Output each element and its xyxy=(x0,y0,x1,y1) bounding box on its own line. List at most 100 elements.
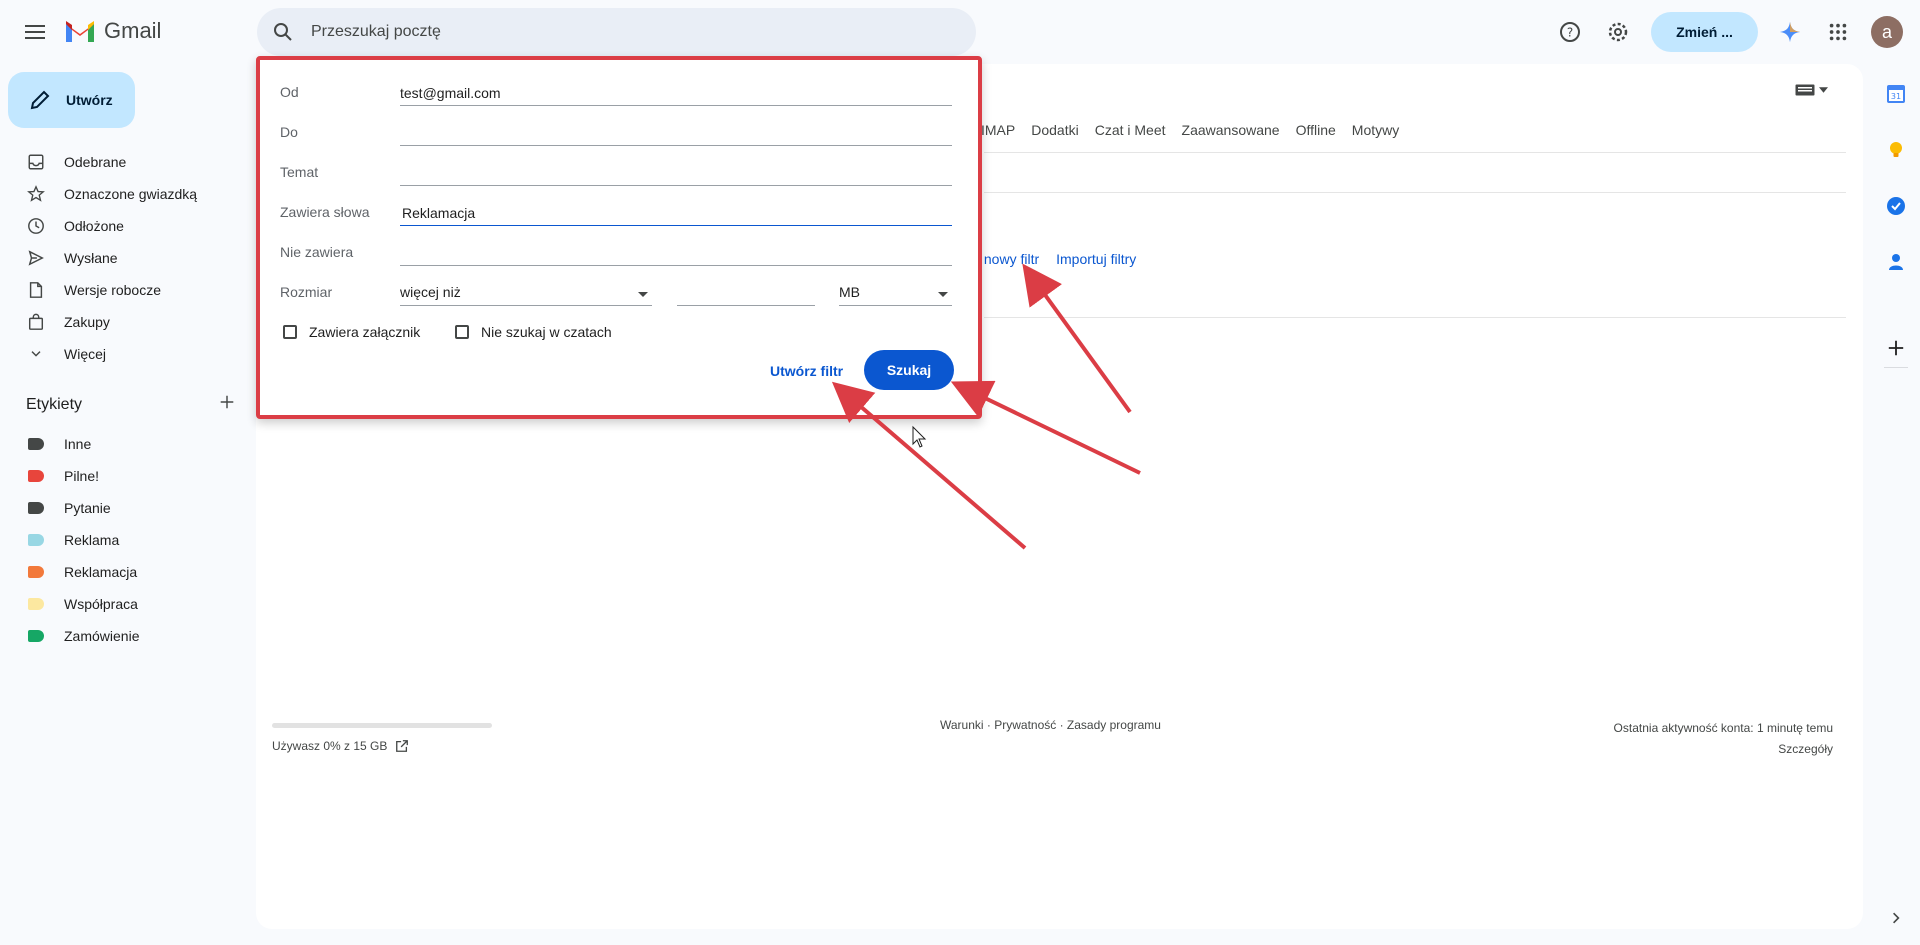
checkbox-row: Zawiera załącznik Nie szukaj w czatach xyxy=(280,324,980,346)
label-tag-icon xyxy=(28,438,44,450)
label-item[interactable]: Inne xyxy=(0,428,256,460)
label-name: Zamówienie xyxy=(64,628,140,644)
from-value: test@gmail.com xyxy=(400,85,501,101)
inbox-icon xyxy=(26,152,46,172)
storage-info: Używasz 0% z 15 GB xyxy=(272,739,409,753)
chevron-right-icon[interactable] xyxy=(1884,906,1908,930)
sidebar-item-label: Wersje robocze xyxy=(64,282,162,298)
label-tag-icon xyxy=(28,534,44,546)
sidebar-item-inbox[interactable]: Odebrane xyxy=(0,146,256,178)
tab-advanced[interactable]: Zaawansowane xyxy=(1182,122,1280,138)
sidebar-item-label: Odebrane xyxy=(64,154,127,170)
has-words-value: Reklamacja xyxy=(402,205,476,221)
import-filters-link[interactable]: Importuj filtry xyxy=(1056,251,1136,267)
sidebar-item-label: Więcej xyxy=(64,346,107,362)
draft-icon xyxy=(26,280,46,300)
open-external-icon[interactable] xyxy=(395,739,409,753)
add-addon-plus-icon[interactable] xyxy=(1884,336,1908,360)
subject-label: Temat xyxy=(280,164,319,180)
size-unit-select[interactable]: MB xyxy=(839,284,952,306)
doesnt-have-value xyxy=(400,244,952,245)
create-filter-button[interactable]: Utwórz filtr xyxy=(770,363,843,379)
activity-details-link[interactable]: Szczegóły xyxy=(1614,739,1833,760)
search-input[interactable]: Przeszukaj pocztę xyxy=(311,23,441,41)
size-unit-value: MB xyxy=(839,284,860,300)
calendar-icon[interactable]: 31 xyxy=(1884,82,1908,106)
chevron-down-icon xyxy=(26,344,46,364)
search-bar[interactable]: Przeszukaj pocztę xyxy=(257,8,976,56)
label-name: Pilne! xyxy=(64,468,100,484)
sidebar-item-sent[interactable]: Wysłane xyxy=(0,242,256,274)
tab-imap[interactable]: IMAP xyxy=(981,122,1015,138)
label-item[interactable]: Reklama xyxy=(0,524,256,556)
label-item[interactable]: Pilne! xyxy=(0,460,256,492)
sidebar-item-starred[interactable]: Oznaczone gwiazdką xyxy=(0,178,256,210)
input-tools-button[interactable] xyxy=(1795,84,1828,96)
account-avatar[interactable]: a xyxy=(1871,16,1903,48)
help-icon[interactable]: ? xyxy=(1558,20,1582,44)
gmail-logo[interactable]: Gmail xyxy=(64,18,161,44)
label-item[interactable]: Pytanie xyxy=(0,492,256,524)
size-label: Rozmiar xyxy=(280,284,333,300)
switch-button[interactable]: Zmień ... xyxy=(1651,12,1758,52)
has-attachment-label: Zawiera załącznik xyxy=(309,324,421,340)
doesnt-have-field[interactable] xyxy=(400,244,952,266)
clock-icon xyxy=(26,216,46,236)
sidebar-item-drafts[interactable]: Wersje robocze xyxy=(0,274,256,306)
top-bar: Gmail Przeszukaj pocztę ? Zmień ... a xyxy=(0,0,1920,64)
divider xyxy=(1884,367,1908,368)
compose-button[interactable]: Utwórz xyxy=(8,72,135,128)
subject-value xyxy=(400,164,952,165)
label-item[interactable]: Zamówienie xyxy=(0,620,256,652)
sidebar-item-label: Wysłane xyxy=(64,250,118,266)
calendar-day: 31 xyxy=(1891,92,1901,101)
dropdown-arrow-icon xyxy=(638,292,648,297)
settings-gear-icon[interactable] xyxy=(1606,20,1630,44)
contacts-person-icon[interactable] xyxy=(1884,250,1908,274)
label-name: Inne xyxy=(64,436,92,452)
gemini-sparkle-icon[interactable] xyxy=(1778,20,1802,44)
label-tag-icon xyxy=(28,598,44,610)
tab-themes[interactable]: Motywy xyxy=(1352,122,1399,138)
pencil-icon xyxy=(30,90,50,110)
has-words-row: Zawiera słowa Reklamacja xyxy=(280,204,980,226)
storage-usage-bar xyxy=(272,723,492,728)
sidebar-item-snoozed[interactable]: Odłożone xyxy=(0,210,256,242)
search-icon[interactable] xyxy=(271,20,295,44)
to-label: Do xyxy=(280,124,298,140)
exclude-chats-checkbox[interactable]: Nie szukaj w czatach xyxy=(455,324,612,340)
label-name: Pytanie xyxy=(64,500,111,516)
divider xyxy=(984,192,1846,193)
label-name: Współpraca xyxy=(64,596,138,612)
shopping-bag-icon xyxy=(26,312,46,332)
create-new-filter-link[interactable]: z nowy filtr xyxy=(973,251,1039,267)
size-operator-select[interactable]: więcej niż xyxy=(400,284,652,306)
main-menu-button[interactable] xyxy=(20,20,50,44)
from-row: Od test@gmail.com xyxy=(280,84,980,106)
sidebar-item-more[interactable]: Więcej xyxy=(0,338,256,370)
tasks-check-icon[interactable] xyxy=(1884,194,1908,218)
doesnt-have-label: Nie zawiera xyxy=(280,244,354,260)
tab-addons[interactable]: Dodatki xyxy=(1031,122,1078,138)
has-words-field[interactable]: Reklamacja xyxy=(400,204,952,226)
tab-chat-meet[interactable]: Czat i Meet xyxy=(1095,122,1166,138)
tab-offline[interactable]: Offline xyxy=(1296,122,1336,138)
subject-row: Temat xyxy=(280,164,980,186)
to-field[interactable] xyxy=(400,124,952,146)
sidebar-item-label: Zakupy xyxy=(64,314,110,330)
apps-grid-icon[interactable] xyxy=(1826,20,1850,44)
from-field[interactable]: test@gmail.com xyxy=(400,84,952,106)
add-label-icon[interactable] xyxy=(218,393,236,416)
label-item[interactable]: Reklamacja xyxy=(0,556,256,588)
keep-bulb-icon[interactable] xyxy=(1884,138,1908,162)
subject-field[interactable] xyxy=(400,164,952,186)
dropdown-arrow-icon xyxy=(938,292,948,297)
sidebar-item-purchases[interactable]: Zakupy xyxy=(0,306,256,338)
label-item[interactable]: Współpraca xyxy=(0,588,256,620)
footer-links[interactable]: Warunki · Prywatność · Zasady programu xyxy=(940,718,1161,732)
has-words-label: Zawiera słowa xyxy=(280,204,370,220)
size-value-field[interactable] xyxy=(677,284,815,306)
search-button[interactable]: Szukaj xyxy=(864,350,954,390)
advanced-search-popup: Od test@gmail.com Do Temat Zawiera słowa… xyxy=(256,56,982,419)
has-attachment-checkbox[interactable]: Zawiera załącznik xyxy=(283,324,420,340)
